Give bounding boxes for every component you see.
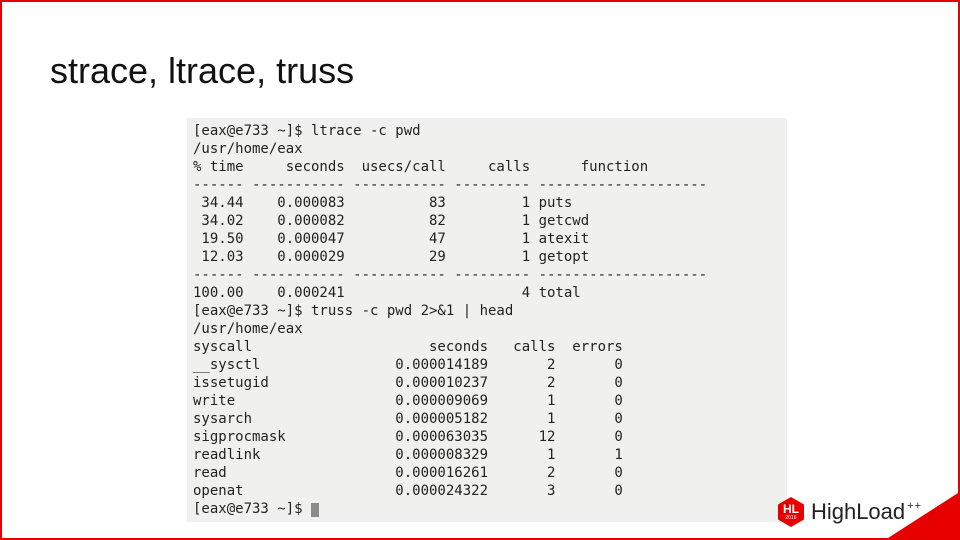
highload-logo: HL 2016 HighLoad++ [777, 496, 922, 528]
term-line: [eax@e733 ~]$ ltrace -c pwd [193, 123, 421, 139]
term-line: /usr/home/eax [193, 141, 303, 157]
term-line: 12.03 0.000029 29 1 getopt [193, 249, 589, 265]
term-line: ------ ----------- ----------- ---------… [193, 177, 707, 193]
term-line: __sysctl 0.000014189 2 0 [193, 357, 623, 373]
cursor-icon [311, 503, 319, 517]
logo-word-light: High [811, 499, 856, 525]
logo-plusplus: ++ [907, 500, 922, 512]
term-line: read 0.000016261 2 0 [193, 465, 623, 481]
term-line: issetugid 0.000010237 2 0 [193, 375, 623, 391]
term-line: % time seconds usecs/call calls function [193, 159, 648, 175]
slide: strace, ltrace, truss [eax@e733 ~]$ ltra… [0, 0, 960, 540]
term-line: openat 0.000024322 3 0 [193, 483, 623, 499]
term-line: syscall seconds calls errors [193, 339, 623, 355]
term-line: 100.00 0.000241 4 total [193, 285, 581, 301]
logo-year: 2016 [777, 515, 805, 521]
terminal-output: [eax@e733 ~]$ ltrace -c pwd /usr/home/ea… [187, 118, 787, 522]
term-line: 34.02 0.000082 82 1 getcwd [193, 213, 589, 229]
term-line: ------ ----------- ----------- ---------… [193, 267, 707, 283]
term-line: /usr/home/eax [193, 321, 303, 337]
term-line: readlink 0.000008329 1 1 [193, 447, 623, 463]
term-line: 34.44 0.000083 83 1 puts [193, 195, 572, 211]
slide-title: strace, ltrace, truss [50, 50, 354, 92]
term-line: sysarch 0.000005182 1 0 [193, 411, 623, 427]
term-line: 19.50 0.000047 47 1 atexit [193, 231, 589, 247]
term-prompt: [eax@e733 ~]$ [193, 501, 311, 517]
term-line: write 0.000009069 1 0 [193, 393, 623, 409]
logo-word-bold: Load [856, 499, 905, 525]
logo-letters: HL [777, 502, 805, 516]
highload-hex-icon: HL 2016 [777, 496, 805, 528]
term-line: sigprocmask 0.000063035 12 0 [193, 429, 623, 445]
term-line: [eax@e733 ~]$ truss -c pwd 2>&1 | head [193, 303, 513, 319]
logo-word: HighLoad++ [811, 499, 922, 525]
